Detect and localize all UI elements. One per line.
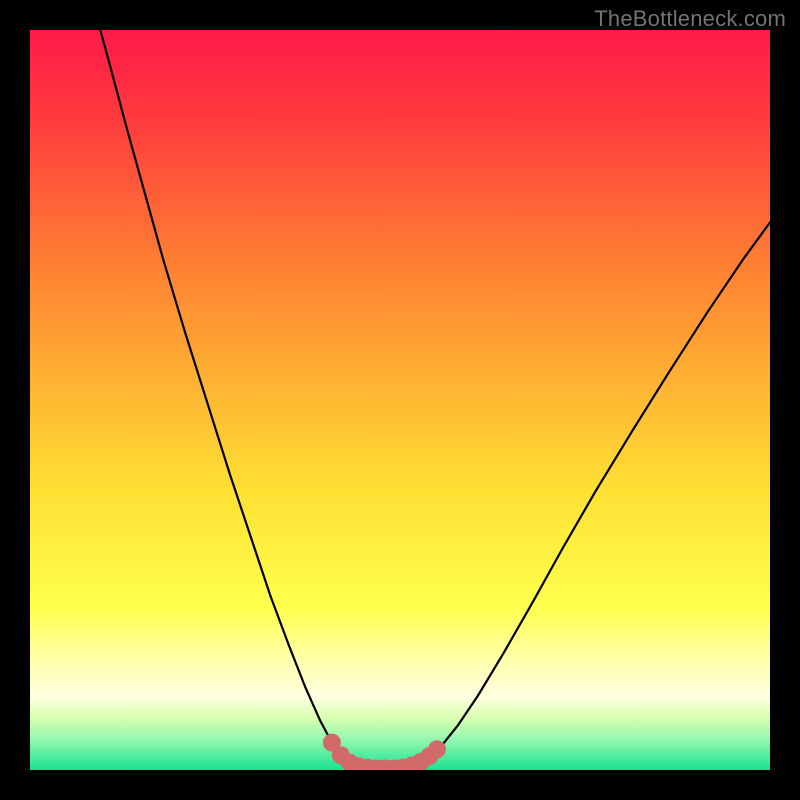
chart-svg	[30, 30, 770, 770]
plot-area	[30, 30, 770, 770]
chart-frame: TheBottleneck.com	[0, 0, 800, 800]
gradient-background	[30, 30, 770, 770]
watermark-text: TheBottleneck.com	[594, 6, 786, 32]
marker-bottom-band	[428, 740, 446, 758]
